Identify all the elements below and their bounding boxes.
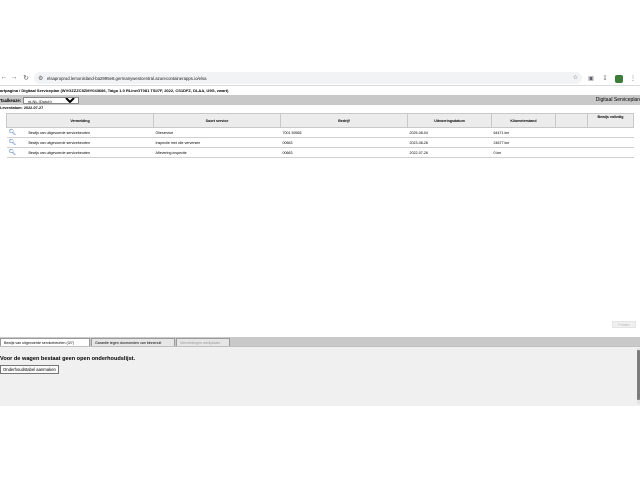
app-header-bar: Taalkeuze: nl-NL (Dutch) Digitaal Servic… [0,95,640,105]
cell-empty [555,147,588,158]
cell-bewijs [587,147,634,158]
profile-extension-icon[interactable] [614,72,624,84]
service-table: Vermelding Soort service Bedrijf Uitvoer… [6,113,634,158]
cell-soort-service: Olieservice [153,127,281,138]
create-maintenance-table-button[interactable]: Onderhoudstabel aanmaken [0,365,59,374]
header-vermelding[interactable]: Vermelding [6,113,154,128]
table-row[interactable]: 🔍︎ Bewijs van uitgevoerde servicebeurten… [6,137,634,148]
back-icon[interactable]: ← [0,72,8,84]
breadcrumb: artpagina / Digitaal Serviceplan (WVGZZZ… [0,88,229,93]
blank-top-area [0,0,640,70]
language-select[interactable]: nl-NL (Dutch) [23,96,80,104]
cell-empty [555,127,588,138]
row-detail-button[interactable]: 🔍︎ [6,137,27,148]
cell-datum: 2025-08-04 [407,127,492,138]
tab-garantie-doorroesten[interactable]: Garantie tegen doorroesten van binnenuit [91,338,175,346]
cell-vermelding: Bewijs van uitgevoerde servicebeurten [26,147,154,158]
cell-empty [555,137,588,148]
row-detail-button[interactable]: 🔍︎ [6,147,27,158]
page-title: Digitaal Serviceplan [595,97,640,103]
header-bedrijf[interactable]: Bedrijf [280,113,408,128]
language-label: Taalkeuze: [0,97,22,103]
magnifier-icon[interactable]: 🔍︎ [9,149,17,156]
table-header-row: Vermelding Soort service Bedrijf Uitvoer… [6,113,634,128]
table-row[interactable]: 🔍︎ Bewijs van uitgevoerde servicebeurten… [6,147,634,158]
address-bar[interactable]: ⚙ elsaproprod.lemonisland-ba2995e8.germa… [34,72,582,84]
cell-datum: 2022-07-26 [407,147,492,158]
cell-bedrijf: 7001 59565 [280,127,408,138]
extensions-icon[interactable]: ▣ [586,72,596,84]
header-kilometerstand[interactable]: Kilometerstand [491,113,556,128]
print-button: Printen [612,321,636,328]
cell-bewijs [587,137,634,148]
cell-vermelding: Bewijs van uitgevoerde servicebeurten [26,137,154,148]
menu-dots-icon[interactable]: ⋮ [628,72,638,84]
cell-soort-service: Inspectie met olie verversen [153,137,281,148]
cell-vermelding: Bewijs van uitgevoerde servicebeurten [26,127,154,138]
cell-soort-service: Aflevering inspectie [153,147,281,158]
header-uitvoeringsdatum[interactable]: Uitvoeringsdatum [407,113,492,128]
site-info-icon[interactable]: ⚙ [38,75,47,82]
delivery-date: Leverdatum: 2022-07-27 [0,106,44,110]
tab-vermeldingen-werkplaats: Vermeldingen werkplaats [176,338,230,346]
cell-km: 64471 km [491,127,556,138]
header-empty [555,113,588,128]
bookmark-star-icon[interactable]: ☆ [573,74,578,81]
cell-km: 0 km [491,147,556,158]
url-text: elsaproprod.lemonisland-ba2995e8.germany… [47,75,207,81]
maintenance-panel: Voor de wagen bestaat geen open onderhou… [0,346,640,406]
reload-icon[interactable]: ↻ [20,72,32,84]
magnifier-icon[interactable]: 🔍︎ [9,129,17,136]
header-soort-service[interactable]: Soort service [153,113,281,128]
cell-bedrijf: 00663 [280,137,408,148]
magnifier-icon[interactable]: 🔍︎ [9,139,17,146]
forward-icon[interactable]: → [8,72,20,84]
no-maintenance-message: Voor de wagen bestaat geen open onderhou… [0,356,136,362]
cell-bedrijf: 00663 [280,147,408,158]
cell-datum: 2023-08-28 [407,137,492,148]
download-icon[interactable]: ↧ [600,72,610,84]
tab-servicebeurten[interactable]: Bewijs van uitgevoerde servicebeurten (3… [0,338,90,346]
toolbar-actions: ▣ ↧ ⋮ [586,72,638,84]
cell-bewijs [587,127,634,138]
table-row[interactable]: 🔍︎ Bewijs van uitgevoerde servicebeurten… [6,127,634,138]
bottom-tabs: Bewijs van uitgevoerde servicebeurten (3… [0,337,640,346]
row-detail-button[interactable]: 🔍︎ [6,127,27,138]
cell-km: 24677 km [491,137,556,148]
header-bewijs-volledig[interactable]: Bewijs volledig [587,113,634,128]
